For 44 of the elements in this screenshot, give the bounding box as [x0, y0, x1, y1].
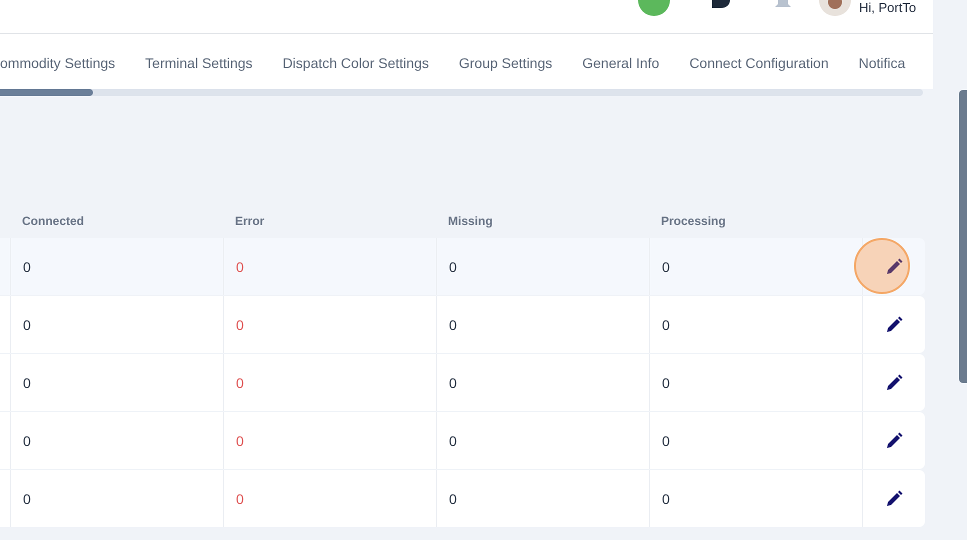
column-header: Processing: [660, 214, 727, 228]
edit-button[interactable]: [884, 372, 904, 392]
table-cell: 0: [649, 296, 862, 353]
table-cell: 0: [223, 412, 436, 469]
table-cell: 0: [436, 296, 649, 353]
table-cell: 0: [436, 412, 649, 469]
edit-button[interactable]: [884, 314, 904, 334]
pencil-icon: [886, 490, 902, 507]
scrollbar-thumb[interactable]: [959, 90, 967, 383]
tab[interactable]: Connect Configuration: [689, 53, 829, 73]
table-cell: 0: [223, 296, 436, 353]
table-cell: 0: [436, 470, 649, 527]
scrollbar-thumb[interactable]: [0, 89, 93, 96]
table-cell: 0: [436, 238, 649, 295]
user-greeting[interactable]: Hi, PortTo: [859, 0, 916, 15]
edit-button[interactable]: [884, 488, 904, 508]
column-header: Missing: [447, 214, 494, 228]
table-cell: 0: [10, 238, 223, 295]
table-cell: 0: [223, 470, 436, 527]
pencil-icon: [886, 316, 902, 333]
table-cell: 0: [223, 238, 436, 295]
tab[interactable]: Dispatch Color Settings: [282, 53, 429, 73]
column-header: Error: [234, 214, 266, 228]
tab[interactable]: Notifica: [858, 53, 906, 73]
table-cell: 0: [10, 354, 223, 411]
table-cell: 0: [10, 412, 223, 469]
table-cell: 0: [10, 470, 223, 527]
tab[interactable]: ommodity Settings: [0, 53, 116, 73]
table-cell: 0: [649, 412, 862, 469]
edit-button[interactable]: [884, 430, 904, 450]
edit-button[interactable]: [884, 256, 904, 276]
chat-icon[interactable]: [712, 0, 730, 8]
table-cell: 0: [10, 296, 223, 353]
pencil-icon: [886, 374, 902, 391]
tab[interactable]: Group Settings: [458, 53, 552, 73]
table-cell: 0: [223, 354, 436, 411]
pencil-icon: [886, 432, 902, 449]
tab[interactable]: General Info: [582, 53, 660, 73]
tab[interactable]: Terminal Settings: [145, 53, 253, 73]
table-cell: 0: [649, 470, 862, 527]
table-cell: 0: [649, 354, 862, 411]
pencil-icon: [886, 258, 902, 275]
column-header: Connected: [21, 214, 86, 228]
table-cell: 0: [436, 354, 649, 411]
